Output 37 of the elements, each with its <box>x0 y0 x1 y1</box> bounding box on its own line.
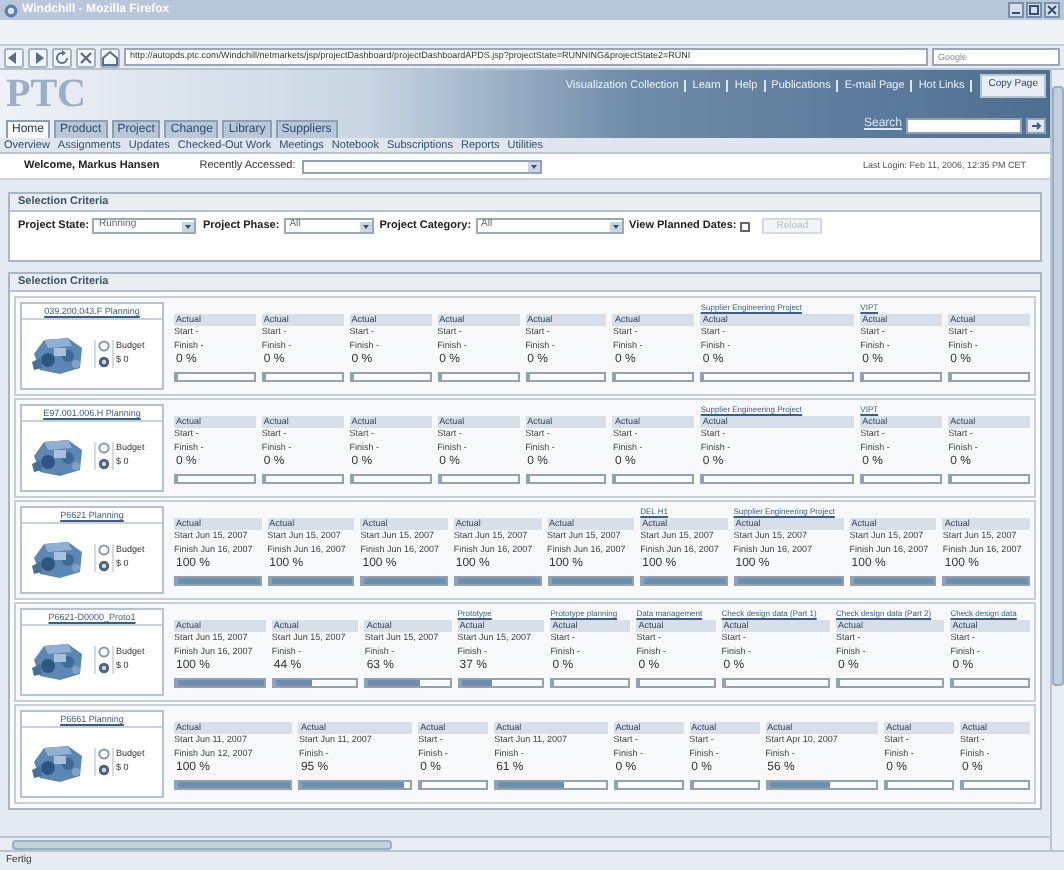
scrollbar-thumb[interactable] <box>12 839 392 849</box>
progress-bar <box>174 576 262 586</box>
progress-bar <box>547 576 635 586</box>
progress-bar <box>364 678 452 688</box>
back-icon[interactable] <box>4 47 24 67</box>
progress-bar <box>174 780 293 790</box>
progress-bar <box>267 576 355 586</box>
progress-bar <box>174 678 266 688</box>
progress-bar <box>942 576 1031 586</box>
progress-bar <box>298 780 413 790</box>
forward-icon[interactable] <box>28 47 48 67</box>
stop-icon[interactable] <box>76 47 96 67</box>
home-icon[interactable] <box>100 47 120 67</box>
go-button[interactable] <box>1026 117 1046 133</box>
dropdown-arrow-icon <box>182 221 195 231</box>
dropdown-arrow-icon <box>609 221 622 231</box>
checkbox[interactable] <box>740 221 751 231</box>
progress-bar <box>457 678 545 688</box>
maximize-icon[interactable] <box>1026 2 1042 18</box>
close-icon[interactable] <box>1044 2 1060 18</box>
progress-bar <box>849 576 937 586</box>
search-field[interactable] <box>906 117 1022 133</box>
progress-bar <box>640 576 728 586</box>
dropdown-arrow-icon <box>527 161 540 171</box>
firefox-icon <box>4 3 18 17</box>
progress-bar <box>494 780 608 790</box>
progress-bar <box>453 576 541 586</box>
logo: PTC <box>6 74 88 114</box>
minimize-icon[interactable] <box>1008 2 1024 18</box>
progress-bar <box>733 576 844 586</box>
dropdown-arrow-icon <box>359 221 372 231</box>
progress-bar <box>271 678 359 688</box>
progress-bar <box>765 780 879 790</box>
scrollbar-thumb[interactable] <box>1052 86 1064 686</box>
reload-icon[interactable] <box>52 47 72 67</box>
recently-accessed-dropdown[interactable] <box>301 159 542 173</box>
progress-bar <box>360 576 448 586</box>
